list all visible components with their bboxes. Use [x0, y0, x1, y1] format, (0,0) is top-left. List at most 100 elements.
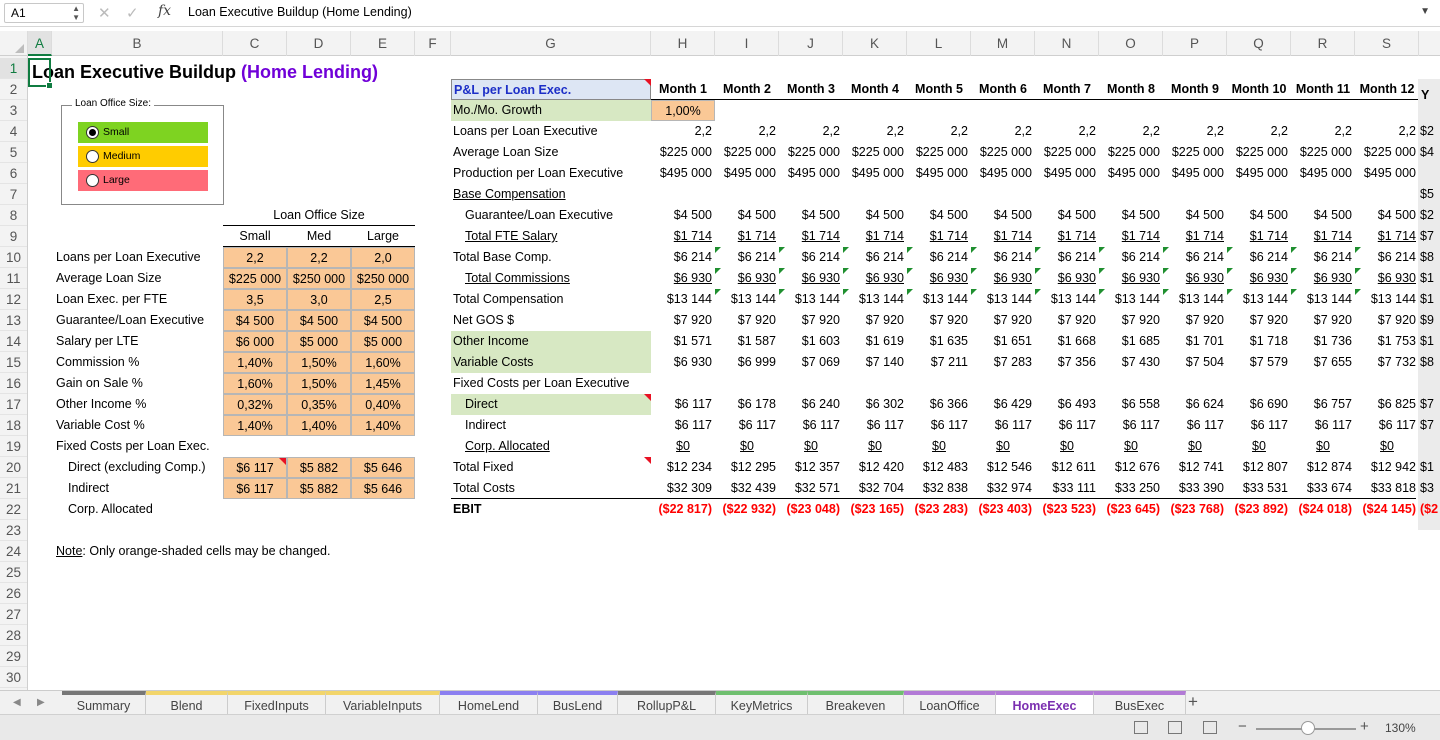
- row-header-4[interactable]: 4: [0, 121, 27, 142]
- add-sheet-button[interactable]: +: [1188, 692, 1198, 712]
- row-header-16[interactable]: 16: [0, 373, 27, 394]
- row-header-5[interactable]: 5: [0, 142, 27, 163]
- column-header-C[interactable]: C: [223, 31, 287, 56]
- sheet-tab-rollupp&l[interactable]: RollupP&L: [618, 691, 716, 715]
- normal-view-icon[interactable]: [1134, 721, 1148, 734]
- input-cell[interactable]: 0,32%: [223, 394, 287, 415]
- row-header-21[interactable]: 21: [0, 478, 27, 499]
- input-cell[interactable]: 1,60%: [223, 373, 287, 394]
- zoom-in-button[interactable]: +: [1360, 718, 1369, 735]
- row-header-12[interactable]: 12: [0, 289, 27, 310]
- row-header-29[interactable]: 29: [0, 646, 27, 667]
- input-cell[interactable]: 1,50%: [287, 352, 351, 373]
- input-cell[interactable]: $5 646: [351, 478, 415, 499]
- input-cell[interactable]: 2,5: [351, 289, 415, 310]
- input-cell[interactable]: 1,40%: [223, 415, 287, 436]
- office-size-option-small[interactable]: Small: [78, 122, 208, 143]
- row-header-6[interactable]: 6: [0, 163, 27, 184]
- sheet-tab-keymetrics[interactable]: KeyMetrics: [716, 691, 808, 715]
- row-header-13[interactable]: 13: [0, 310, 27, 331]
- input-cell[interactable]: 0,35%: [287, 394, 351, 415]
- next-sheet-icon[interactable]: ▶: [37, 697, 45, 708]
- row-header-7[interactable]: 7: [0, 184, 27, 205]
- column-header-P[interactable]: P: [1163, 31, 1227, 56]
- row-header-26[interactable]: 26: [0, 583, 27, 604]
- sheet-tab-homeexec[interactable]: HomeExec: [996, 691, 1094, 715]
- row-header-22[interactable]: 22: [0, 499, 27, 520]
- column-header-O[interactable]: O: [1099, 31, 1163, 56]
- office-size-option-medium[interactable]: Medium: [78, 146, 208, 167]
- column-header-H[interactable]: H: [651, 31, 715, 56]
- row-header-23[interactable]: 23: [0, 520, 27, 541]
- expand-formula-icon[interactable]: ▼: [1420, 6, 1430, 17]
- sheet-tab-breakeven[interactable]: Breakeven: [808, 691, 904, 715]
- column-header-S[interactable]: S: [1355, 31, 1419, 56]
- input-cell[interactable]: $4 500: [351, 310, 415, 331]
- input-cell[interactable]: 2,2: [223, 247, 287, 268]
- office-size-option-large[interactable]: Large: [78, 170, 208, 191]
- column-header-K[interactable]: K: [843, 31, 907, 56]
- input-cell[interactable]: 1,45%: [351, 373, 415, 394]
- column-header-D[interactable]: D: [287, 31, 351, 56]
- row-header-11[interactable]: 11: [0, 268, 27, 289]
- sheet-tab-loanoffice[interactable]: LoanOffice: [904, 691, 996, 715]
- name-box-spinner-icon[interactable]: ▲ ▼: [72, 4, 80, 22]
- input-cell[interactable]: 1,40%: [223, 352, 287, 373]
- input-cell[interactable]: $250 000: [287, 268, 351, 289]
- prev-sheet-icon[interactable]: ◀: [13, 697, 21, 708]
- confirm-icon[interactable]: ✓: [126, 4, 139, 22]
- sheet-tab-homelend[interactable]: HomeLend: [440, 691, 538, 715]
- radio-button-icon[interactable]: [86, 126, 99, 139]
- input-cell[interactable]: $5 646: [351, 457, 415, 478]
- sheet-tab-summary[interactable]: Summary: [62, 691, 146, 715]
- column-header-B[interactable]: B: [52, 31, 223, 56]
- zoom-out-button[interactable]: −: [1238, 718, 1247, 735]
- row-header-9[interactable]: 9: [0, 226, 27, 247]
- column-header-I[interactable]: I: [715, 31, 779, 56]
- select-all-corner[interactable]: [0, 31, 28, 56]
- page-break-view-icon[interactable]: [1203, 721, 1217, 734]
- input-cell[interactable]: 0,40%: [351, 394, 415, 415]
- row-header-20[interactable]: 20: [0, 457, 27, 478]
- input-cell[interactable]: $5 882: [287, 478, 351, 499]
- sheet-tab-fixedinputs[interactable]: FixedInputs: [228, 691, 326, 715]
- row-header-1[interactable]: 1: [0, 58, 27, 79]
- row-header-25[interactable]: 25: [0, 562, 27, 583]
- input-cell[interactable]: $4 500: [287, 310, 351, 331]
- row-header-18[interactable]: 18: [0, 415, 27, 436]
- row-header-2[interactable]: 2: [0, 79, 27, 100]
- input-cell[interactable]: 1,60%: [351, 352, 415, 373]
- row-header-10[interactable]: 10: [0, 247, 27, 268]
- column-header-Q[interactable]: Q: [1227, 31, 1291, 56]
- column-header-N[interactable]: N: [1035, 31, 1099, 56]
- sheet-tab-variableinputs[interactable]: VariableInputs: [326, 691, 440, 715]
- input-cell[interactable]: 3,5: [223, 289, 287, 310]
- sheet-tab-busexec[interactable]: BusExec: [1094, 691, 1186, 715]
- radio-button-icon[interactable]: [86, 150, 99, 163]
- input-cell[interactable]: 3,0: [287, 289, 351, 310]
- row-header-17[interactable]: 17: [0, 394, 27, 415]
- growth-input[interactable]: 1,00%: [651, 100, 715, 121]
- input-cell[interactable]: 1,50%: [287, 373, 351, 394]
- input-cell[interactable]: $6 117: [223, 478, 287, 499]
- input-cell[interactable]: $250 000: [351, 268, 415, 289]
- row-header-24[interactable]: 24: [0, 541, 27, 562]
- input-cell[interactable]: 1,40%: [351, 415, 415, 436]
- input-cell[interactable]: 1,40%: [287, 415, 351, 436]
- sheet-tab-blend[interactable]: Blend: [146, 691, 228, 715]
- name-box[interactable]: A1 ▲ ▼: [4, 3, 84, 23]
- column-header-G[interactable]: G: [451, 31, 651, 56]
- column-header-M[interactable]: M: [971, 31, 1035, 56]
- input-cell[interactable]: $6 117: [223, 457, 287, 478]
- input-cell[interactable]: $5 000: [351, 331, 415, 352]
- row-header-28[interactable]: 28: [0, 625, 27, 646]
- column-header-A[interactable]: A: [28, 31, 52, 56]
- zoom-slider-handle[interactable]: [1301, 721, 1315, 735]
- column-header-R[interactable]: R: [1291, 31, 1355, 56]
- sheet-tab-buslend[interactable]: BusLend: [538, 691, 618, 715]
- row-header-8[interactable]: 8: [0, 205, 27, 226]
- input-cell[interactable]: $225 000: [223, 268, 287, 289]
- row-header-19[interactable]: 19: [0, 436, 27, 457]
- column-header-J[interactable]: J: [779, 31, 843, 56]
- row-header-30[interactable]: 30: [0, 667, 27, 688]
